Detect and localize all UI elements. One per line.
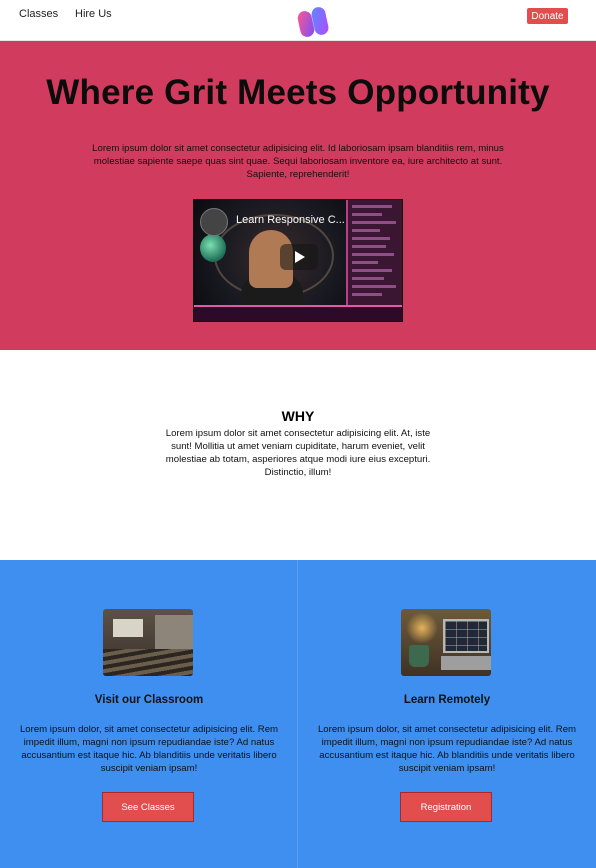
channel-avatar xyxy=(200,208,228,236)
remote-learning-image xyxy=(401,609,491,676)
see-classes-button[interactable]: See Classes xyxy=(102,792,194,822)
play-button[interactable] xyxy=(280,244,318,270)
card-title: Visit our Classroom xyxy=(94,694,204,706)
nav-link-classes[interactable]: Classes xyxy=(19,8,58,20)
card-classroom: Visit our Classroom Lorem ipsum dolor, s… xyxy=(0,560,298,868)
card-text: Lorem ipsum dolor, sit amet consectetur … xyxy=(317,724,577,774)
donate-button[interactable]: Donate xyxy=(527,8,568,24)
planet-decoration xyxy=(200,234,226,262)
play-icon xyxy=(295,251,305,263)
video-title[interactable]: Learn Responsive C... xyxy=(236,214,364,226)
top-nav: Classes Hire Us Donate xyxy=(0,0,596,41)
hero-text: Lorem ipsum dolor sit amet consectetur a… xyxy=(92,143,504,180)
feature-cards: Visit our Classroom Lorem ipsum dolor, s… xyxy=(0,560,596,868)
card-remote: Learn Remotely Lorem ipsum dolor, sit am… xyxy=(298,560,596,868)
video-embed[interactable]: Learn Responsive C... xyxy=(193,199,403,322)
registration-button[interactable]: Registration xyxy=(400,792,492,822)
brand-logo-icon[interactable] xyxy=(297,6,331,38)
why-section: WHY Lorem ipsum dolor sit amet consectet… xyxy=(0,350,596,560)
classroom-image xyxy=(103,609,193,676)
video-footer-bar xyxy=(194,305,402,321)
nav-link-hire-us[interactable]: Hire Us xyxy=(75,8,112,20)
why-text: Lorem ipsum dolor sit amet consectetur a… xyxy=(165,428,431,478)
hero-title: Where Grit Meets Opportunity xyxy=(46,73,550,112)
card-title: Learn Remotely xyxy=(403,694,491,706)
hero-section: Where Grit Meets Opportunity Lorem ipsum… xyxy=(0,41,596,350)
card-text: Lorem ipsum dolor, sit amet consectetur … xyxy=(19,724,279,774)
why-title: WHY xyxy=(281,408,315,424)
